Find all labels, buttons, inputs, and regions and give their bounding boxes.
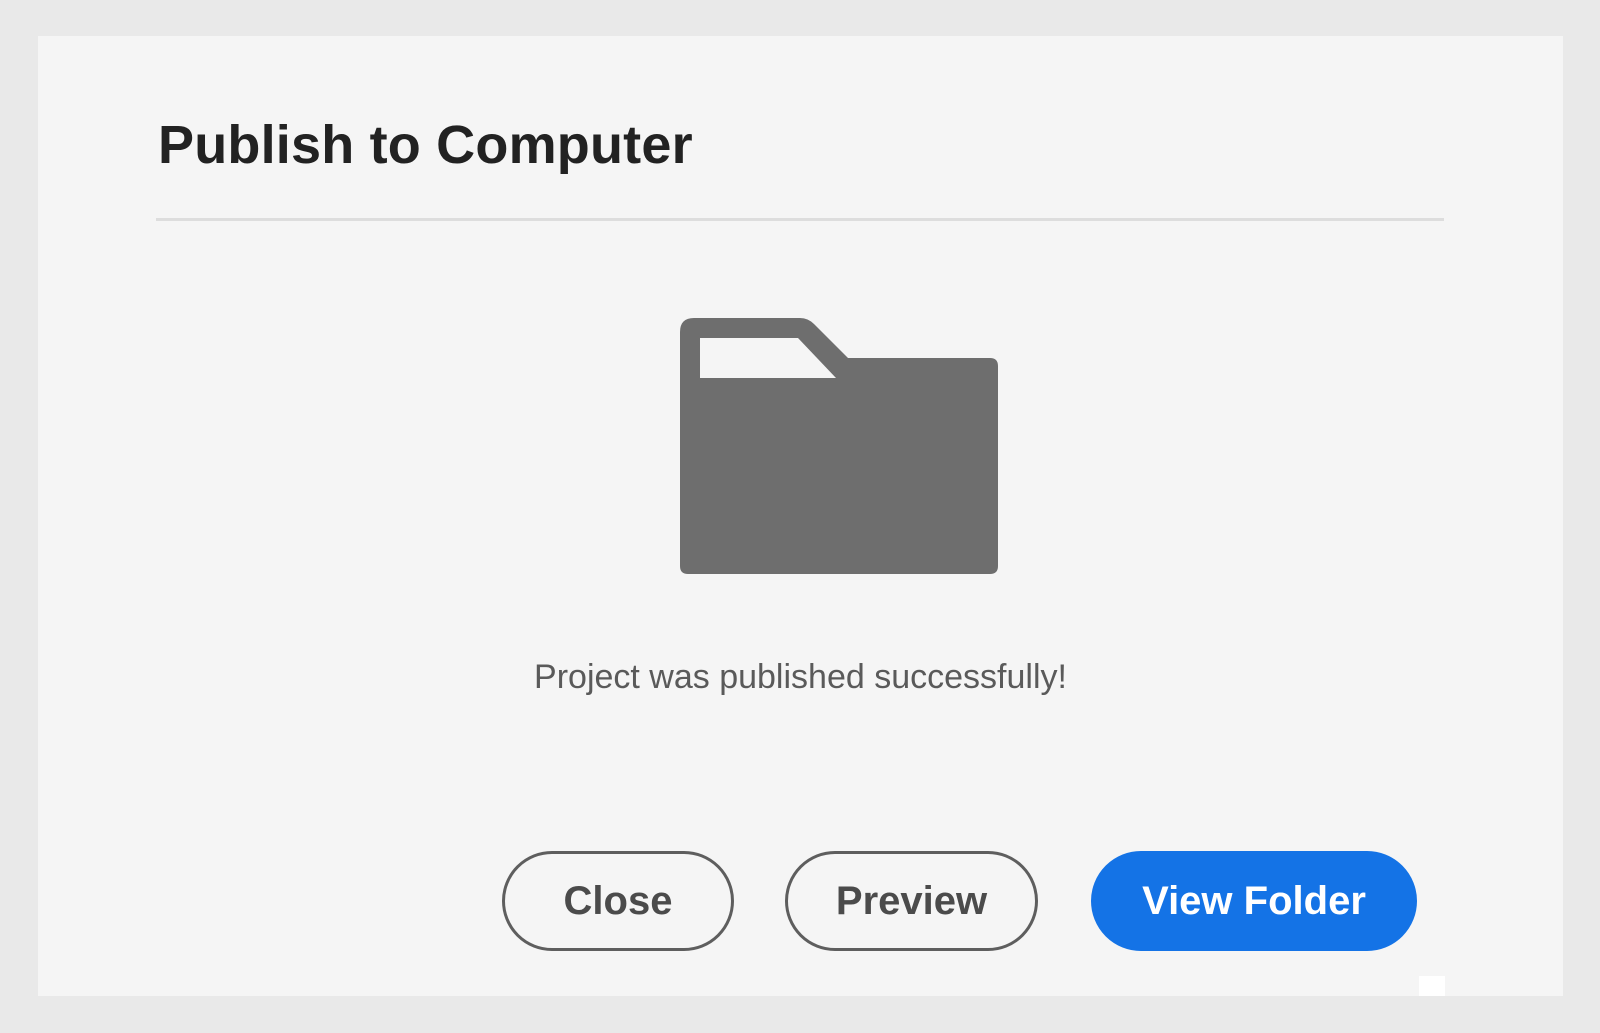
preview-button[interactable]: Preview	[785, 851, 1038, 951]
publish-dialog: Publish to Computer Project was publishe…	[38, 36, 1563, 996]
dialog-title: Publish to Computer	[158, 115, 693, 175]
title-divider	[156, 218, 1444, 221]
corner-mark	[1419, 976, 1445, 996]
success-message: Project was published successfully!	[534, 658, 1067, 696]
close-button[interactable]: Close	[502, 851, 734, 951]
view-folder-button[interactable]: View Folder	[1091, 851, 1417, 951]
folder-icon	[680, 318, 998, 574]
